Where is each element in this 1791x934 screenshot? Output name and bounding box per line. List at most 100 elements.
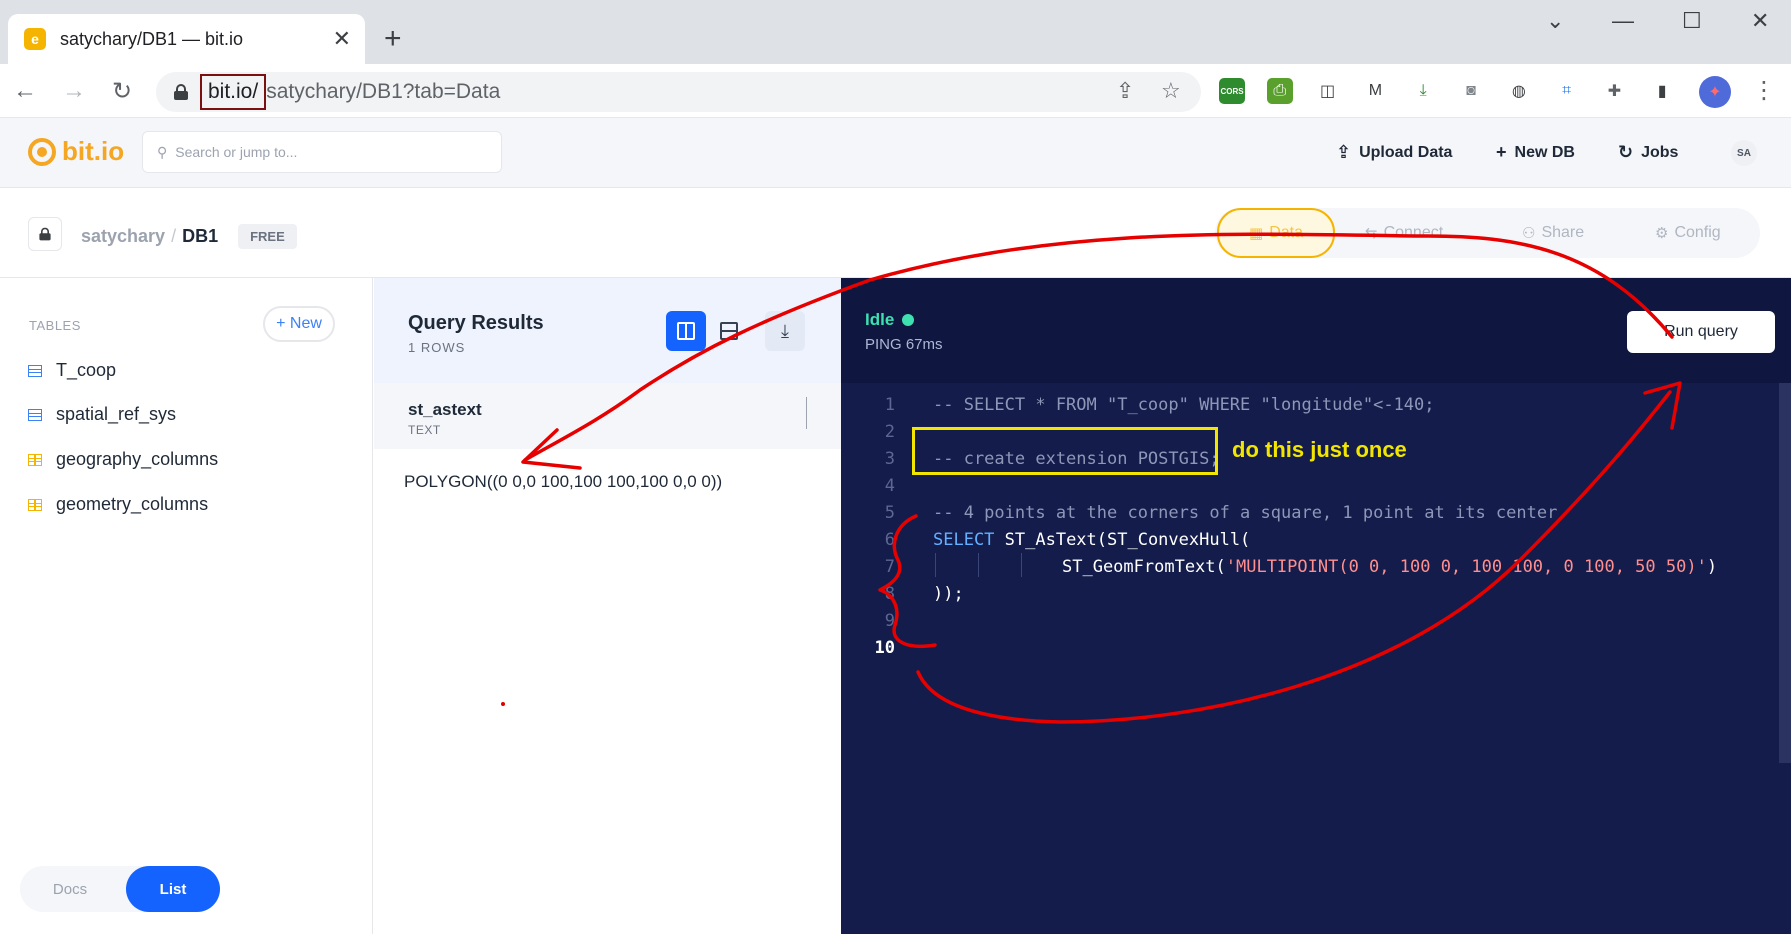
upload-data-label: Upload Data <box>1359 143 1453 161</box>
indent-guide <box>935 553 936 577</box>
line-number: 6 <box>884 530 895 550</box>
download-extension-icon[interactable]: ⤓ <box>1410 78 1437 104</box>
connect-arrows-icon: ⇆ <box>1365 225 1378 242</box>
line-number: 1 <box>884 395 895 415</box>
puzzle-extensions-icon[interactable]: ✚ <box>1601 78 1628 104</box>
query-results-pane: Query Results 1 ROWS ⤓ st_astext TEXT PO… <box>374 278 841 934</box>
db-privacy-lock-icon[interactable] <box>28 217 62 251</box>
annotation-dot <box>501 702 505 706</box>
bitio-favicon-icon: e <box>24 28 46 50</box>
brand-logo[interactable]: bit.io <box>28 136 124 167</box>
table-icon: ▦ <box>1249 225 1264 242</box>
columns-icon <box>677 322 695 340</box>
bitio-logo-icon <box>28 137 56 166</box>
new-db-label: New DB <box>1514 143 1575 161</box>
printer-extension-icon[interactable]: ⎙ <box>1266 78 1293 104</box>
results-row-count: 1 ROWS <box>408 340 466 355</box>
rows-icon <box>720 322 738 340</box>
back-icon[interactable]: ← <box>8 74 42 108</box>
docs-toggle-option[interactable]: Docs <box>20 866 120 912</box>
minimize-icon[interactable]: — <box>1612 8 1634 34</box>
upload-data-button[interactable]: ⇪ Upload Data <box>1336 142 1452 163</box>
docs-list-toggle: Docs List <box>20 866 220 912</box>
browser-toolbar: ← → ↻ bit.io/ satychary/DB1?tab=Data ⇪ ☆… <box>0 64 1791 118</box>
tab-config[interactable]: ⚙ Config <box>1655 208 1721 258</box>
row-view-button[interactable] <box>709 311 749 351</box>
status-dot-icon <box>902 314 915 326</box>
new-tab-icon[interactable]: + <box>384 22 402 56</box>
view-icon <box>28 498 42 511</box>
search-box[interactable]: ⚲ <box>142 131 502 173</box>
bookmark-star-icon[interactable]: ☆ <box>1161 78 1181 104</box>
column-header[interactable]: st_astext TEXT <box>374 383 841 449</box>
user-avatar[interactable]: SA <box>1731 140 1757 166</box>
sidebar-item-spatial-ref-sys[interactable]: spatial_ref_sys <box>28 404 176 425</box>
side-panel-icon[interactable]: ▮ <box>1649 78 1676 104</box>
connection-status: Idle <box>865 310 915 330</box>
jobs-label: Jobs <box>1641 143 1679 161</box>
breadcrumb: satychary / DB1 FREE <box>81 224 297 249</box>
run-query-button[interactable]: Run query <box>1627 311 1775 353</box>
column-type: TEXT <box>408 423 441 437</box>
line-number: 9 <box>884 611 895 631</box>
tab-data[interactable]: ▦ Data <box>1217 208 1335 258</box>
cors-extension-icon[interactable]: CORS <box>1219 78 1245 104</box>
malwarebytes-extension-icon[interactable]: M <box>1362 78 1389 104</box>
editor-scrollbar[interactable] <box>1779 383 1791 763</box>
profile-avatar-icon[interactable]: ✦ <box>1699 76 1731 108</box>
screenshot-extension-icon[interactable]: ◙ <box>1458 78 1484 104</box>
result-cell[interactable]: POLYGON((0 0,0 100,100 100,100 0,0 0)) <box>404 472 722 492</box>
lock-icon[interactable] <box>174 84 188 100</box>
line-number: 4 <box>884 476 895 496</box>
sidebar-item-geometry-columns[interactable]: geometry_columns <box>28 494 208 515</box>
camera-extension-icon[interactable]: ◫ <box>1314 78 1341 104</box>
upload-icon: ⇪ <box>1336 142 1352 162</box>
address-bar[interactable]: bit.io/ satychary/DB1?tab=Data ⇪ ☆ <box>156 72 1201 112</box>
browser-menu-icon[interactable]: ⋮ <box>1752 76 1776 105</box>
close-tab-icon[interactable]: ✕ <box>333 26 351 52</box>
breadcrumb-separator: / <box>171 226 177 246</box>
brand-name: bit.io <box>62 136 125 166</box>
annotation-highlight-box <box>912 427 1218 475</box>
download-icon: ⤓ <box>781 320 789 341</box>
column-name: st_astext <box>408 400 482 419</box>
code-line-8: )); <box>933 584 964 604</box>
tab-share[interactable]: ⚇ Share <box>1522 208 1584 258</box>
tab-search-chevron-icon[interactable]: ⌄ <box>1546 8 1564 34</box>
globe-extension-icon[interactable]: ◍ <box>1505 78 1532 104</box>
refresh-icon: ↻ <box>1618 142 1634 162</box>
reload-icon[interactable]: ↻ <box>105 74 139 108</box>
tab-connect[interactable]: ⇆ Connect <box>1365 208 1443 258</box>
code-line-1: -- SELECT * FROM "T_coop" WHERE "longitu… <box>933 395 1435 415</box>
close-window-icon[interactable]: ✕ <box>1751 8 1769 34</box>
list-toggle-option[interactable]: List <box>126 866 220 912</box>
line-number: 3 <box>884 449 895 469</box>
jobs-button[interactable]: ↻ Jobs <box>1618 142 1678 163</box>
crop-extension-icon[interactable]: ⌗ <box>1553 78 1580 104</box>
new-db-button[interactable]: + New DB <box>1496 142 1575 163</box>
table-icon <box>28 408 42 421</box>
results-title: Query Results <box>408 312 544 334</box>
share-icon[interactable]: ⇪ <box>1116 78 1134 104</box>
forward-icon[interactable]: → <box>57 74 91 108</box>
column-view-button[interactable] <box>666 311 706 351</box>
maximize-icon[interactable]: ☐ <box>1682 8 1702 34</box>
new-table-button[interactable]: + New <box>263 306 335 342</box>
search-input[interactable] <box>175 144 456 160</box>
line-number: 2 <box>884 422 895 442</box>
sidebar-item-t-coop[interactable]: T_coop <box>28 360 116 381</box>
url-host: bit.io/ <box>200 74 267 110</box>
download-results-button[interactable]: ⤓ <box>765 311 805 351</box>
app-header: bit.io ⚲ ⇪ Upload Data + New DB ↻ Jobs S… <box>0 118 1791 188</box>
sidebar-item-geography-columns[interactable]: geography_columns <box>28 449 218 470</box>
editor-toolbar: Idle PING 67ms Run query <box>841 278 1791 383</box>
code-line-5: -- 4 points at the corners of a square, … <box>933 503 1558 523</box>
breadcrumb-owner[interactable]: satychary <box>81 226 165 247</box>
tab-title: satychary/DB1 — bit.io <box>60 28 244 49</box>
breadcrumb-db-name[interactable]: DB1 <box>182 226 218 247</box>
url-path: satychary/DB1?tab=Data <box>266 80 501 103</box>
search-icon: ⚲ <box>157 143 168 160</box>
share-user-icon: ⚇ <box>1522 225 1536 242</box>
browser-tab[interactable]: e satychary/DB1 — bit.io ✕ <box>8 14 365 64</box>
column-resize-handle[interactable] <box>806 397 807 429</box>
